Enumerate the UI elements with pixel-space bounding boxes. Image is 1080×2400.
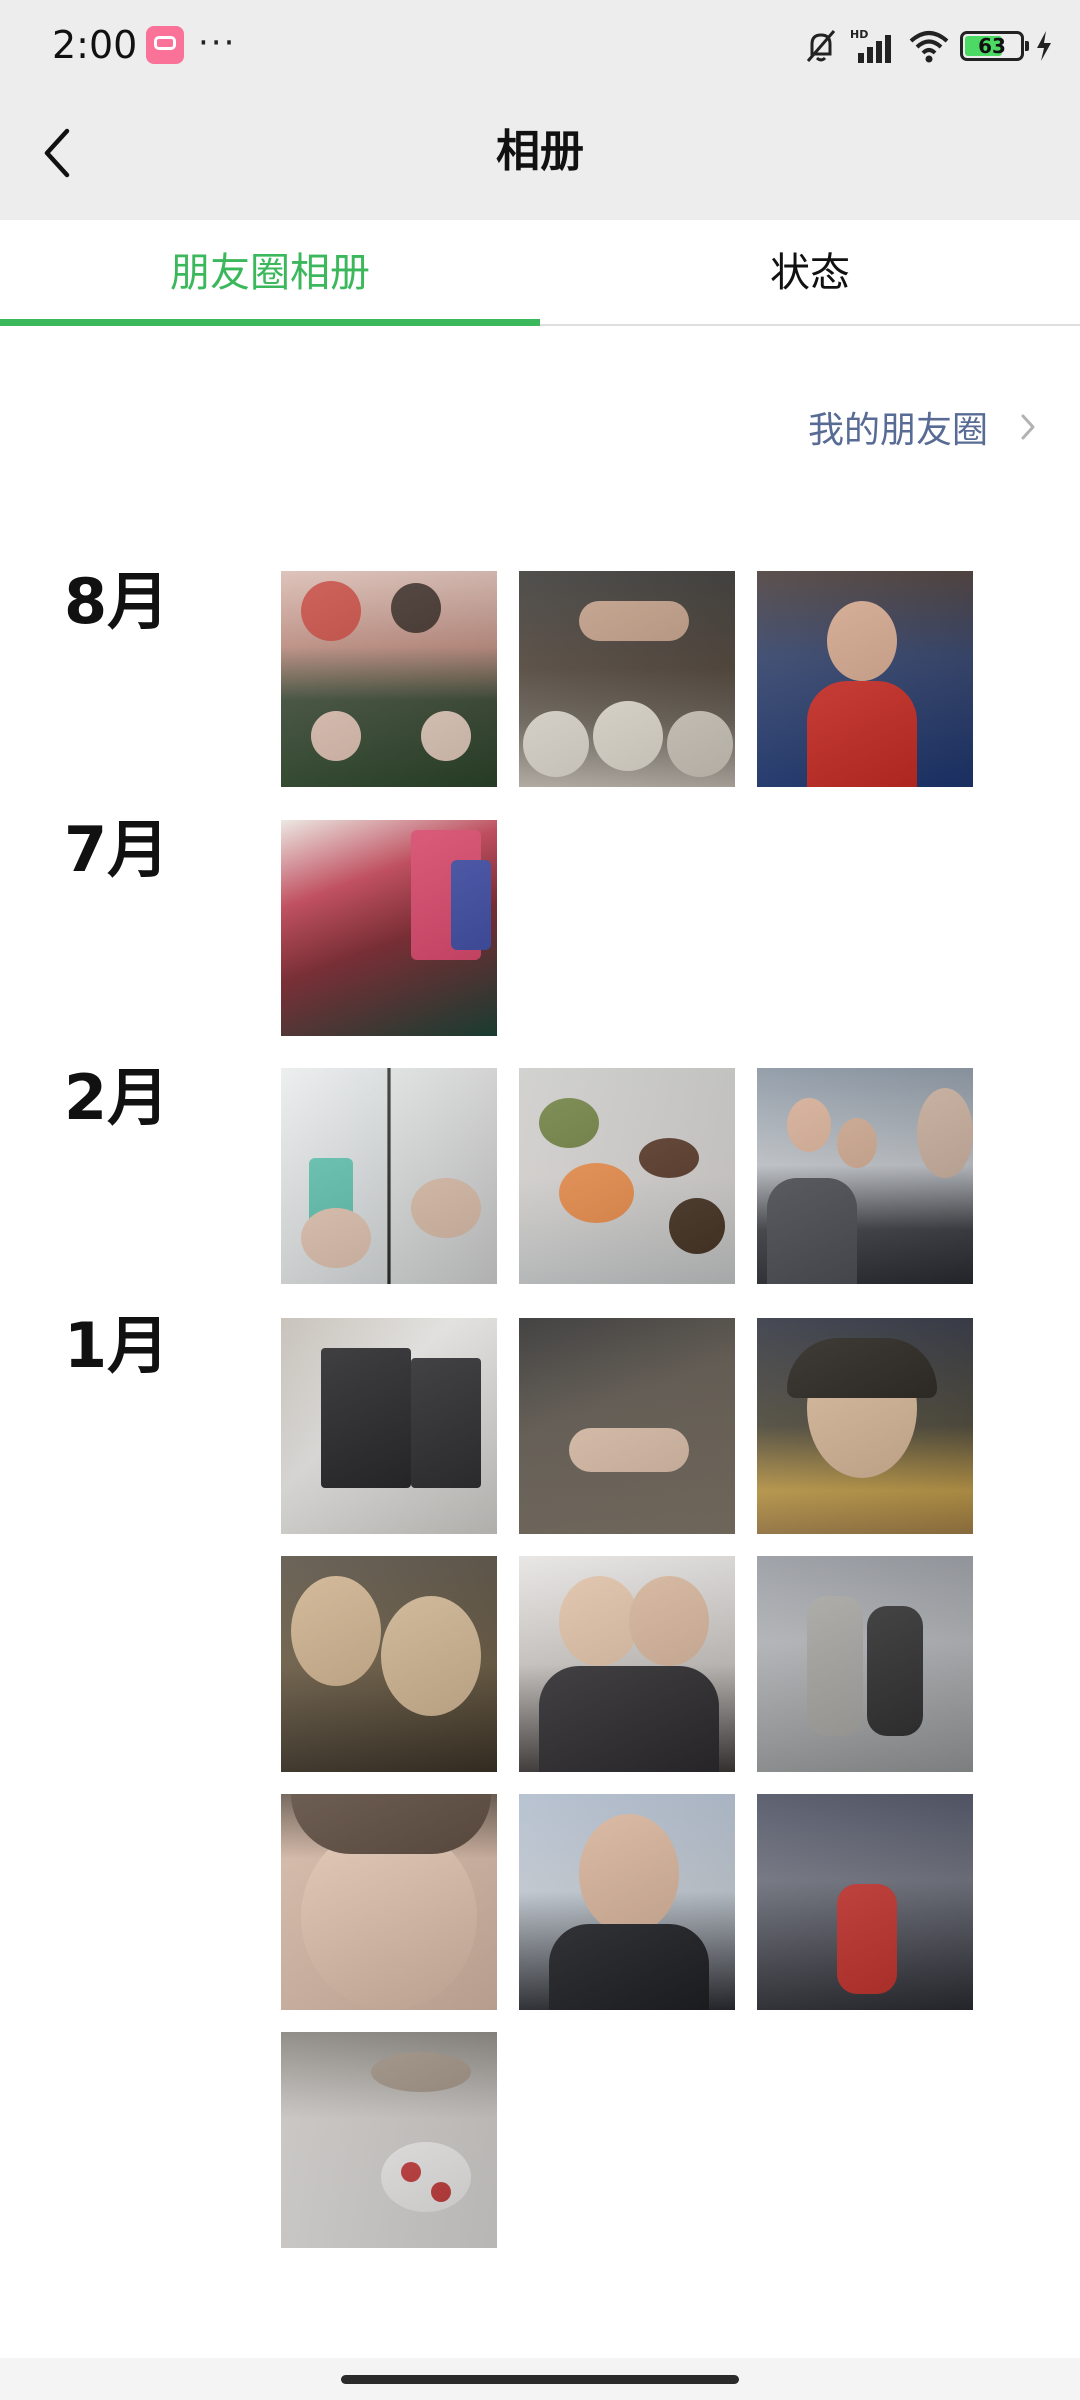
wifi-icon: [909, 31, 949, 63]
page-title: 相册: [496, 126, 584, 177]
svg-text:HD: HD: [850, 28, 868, 41]
battery-icon: 63: [960, 31, 1029, 61]
photo-thumbnail[interactable]: [281, 1794, 497, 2010]
photo-thumbnail[interactable]: [519, 1556, 735, 1772]
my-moments-label: 我的朋友圈: [807, 410, 988, 451]
month-label: 8月: [64, 565, 170, 638]
photo-thumbnail[interactable]: [519, 1318, 735, 1534]
photo-thumbnail[interactable]: [757, 1318, 973, 1534]
photo-thumbnail[interactable]: [519, 1068, 735, 1284]
battery-percent: 63: [978, 34, 1006, 58]
tab-moments-album[interactable]: 朋友圈相册: [0, 220, 540, 326]
status-time: 2:00: [52, 23, 138, 67]
bottom-gesture-area: [0, 2358, 1080, 2400]
chevron-right-icon: [1021, 414, 1035, 440]
status-bar: 2:00 ··· HD 63: [0, 0, 1080, 90]
tab-status[interactable]: 状态: [540, 220, 1080, 324]
hd-signal-icon: HD: [850, 28, 891, 63]
more-notifications-icon: ···: [198, 23, 237, 63]
photo-thumbnail[interactable]: [281, 1068, 497, 1284]
photo-thumbnail[interactable]: [281, 1318, 497, 1534]
photo-thumbnail[interactable]: [519, 1794, 735, 2010]
photo-thumbnail[interactable]: [757, 1068, 973, 1284]
month-label: 2月: [64, 1061, 170, 1134]
charging-bolt-icon: [1037, 31, 1051, 61]
my-moments-link[interactable]: 我的朋友圈: [808, 392, 1036, 462]
silent-bell-icon: [806, 30, 836, 62]
photo-thumbnail[interactable]: [281, 571, 497, 787]
photo-thumbnail[interactable]: [281, 1556, 497, 1772]
tab-bar: 朋友圈相册 状态: [0, 220, 1080, 326]
photo-thumbnail[interactable]: [757, 571, 973, 787]
header-bar: 相册: [0, 90, 1080, 220]
photo-thumbnail[interactable]: [281, 820, 497, 1036]
status-icons: HD 63: [802, 22, 1054, 70]
photo-thumbnail[interactable]: [281, 2032, 497, 2248]
bilibili-app-icon: [146, 26, 184, 64]
photo-thumbnail[interactable]: [757, 1794, 973, 2010]
photo-thumbnail[interactable]: [757, 1556, 973, 1772]
home-indicator[interactable]: [341, 2375, 739, 2384]
photo-thumbnail[interactable]: [519, 571, 735, 787]
month-label: 7月: [64, 813, 170, 886]
month-label: 1月: [64, 1309, 170, 1382]
